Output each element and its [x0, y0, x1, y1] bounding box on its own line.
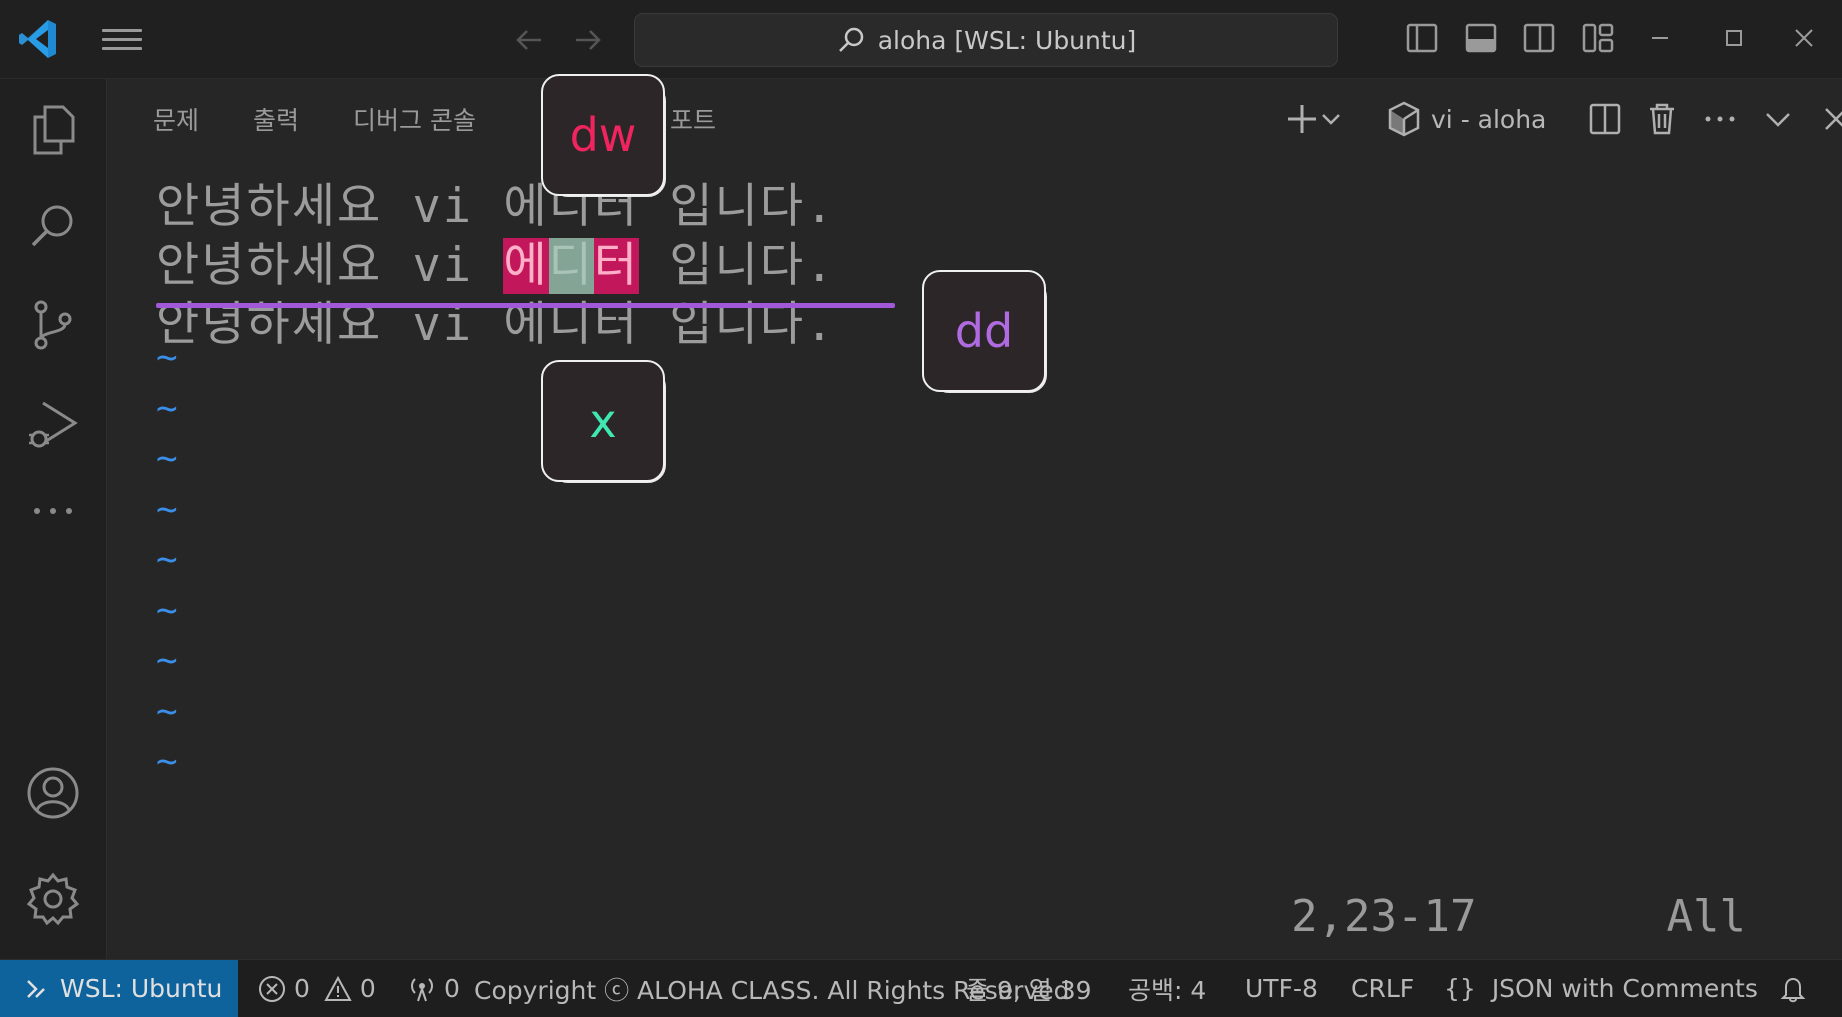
- language-mode[interactable]: {} JSON with Comments: [1444, 960, 1758, 1017]
- terminal-line-2: 안녕하세요 vi 에디터 입니다.: [156, 238, 836, 294]
- search-text: aloha [WSL: Ubuntu]: [877, 25, 1137, 55]
- dw-highlight: 에: [503, 238, 549, 294]
- key-callout-dd: dd: [922, 270, 1047, 393]
- tilde-marker: ~: [156, 589, 178, 631]
- terminal-profile-icon: [1388, 101, 1420, 137]
- accounts-icon[interactable]: [25, 765, 81, 821]
- trash-icon[interactable]: [1642, 99, 1682, 139]
- key-callout-dw: dw: [541, 74, 666, 197]
- dd-strike-line: [156, 303, 895, 308]
- menu-icon[interactable]: [100, 24, 144, 54]
- tab-debug-console[interactable]: 디버그 콘솔: [353, 101, 476, 141]
- toggle-primary-sidebar-icon[interactable]: [1404, 20, 1440, 56]
- key-callout-x: x: [541, 360, 666, 483]
- run-debug-icon[interactable]: [25, 397, 81, 453]
- customize-layout-icon[interactable]: [1580, 20, 1616, 56]
- title-bar: aloha [WSL: Ubuntu]: [0, 0, 1842, 79]
- search-icon: [838, 27, 863, 52]
- terminal-name: vi - aloha: [1431, 104, 1547, 134]
- indentation[interactable]: 공백: 4: [1128, 960, 1206, 1017]
- tab-output[interactable]: 출력: [253, 101, 299, 141]
- cursor-block: 디: [548, 238, 594, 294]
- vscode-logo-icon: [19, 20, 56, 58]
- toggle-secondary-sidebar-icon[interactable]: [1521, 20, 1557, 56]
- more-actions-icon[interactable]: [1700, 99, 1740, 139]
- broadcast-icon: [411, 977, 433, 1001]
- search-icon[interactable]: [25, 199, 81, 255]
- source-control-icon[interactable]: [25, 297, 81, 353]
- new-terminal-icon[interactable]: [1282, 99, 1322, 139]
- remote-indicator[interactable]: WSL: Ubuntu: [0, 960, 238, 1017]
- tilde-marker: ~: [156, 438, 178, 479]
- split-terminal-icon[interactable]: [1585, 99, 1625, 139]
- tilde-marker: ~: [156, 741, 178, 782]
- minimize-icon[interactable]: [1642, 20, 1678, 56]
- tilde-marker: ~: [156, 488, 178, 530]
- cursor-position: 2,23-17: [1291, 891, 1477, 942]
- close-icon[interactable]: [1786, 20, 1822, 56]
- panel-tabs: 문제 출력 디버그 콘솔: [153, 101, 476, 141]
- maximize-icon[interactable]: [1716, 20, 1752, 56]
- tilde-marker: ~: [156, 387, 178, 429]
- vi-ruler: 2,23-17 All: [1291, 891, 1746, 942]
- maximize-panel-chevron-icon[interactable]: [1758, 99, 1798, 139]
- command-center-search[interactable]: aloha [WSL: Ubuntu]: [634, 13, 1338, 67]
- chevron-down-icon[interactable]: [1318, 99, 1344, 139]
- panel-actions: vi - aloha: [1282, 99, 1842, 143]
- end-of-line[interactable]: CRLF: [1351, 960, 1414, 1017]
- dw-highlight-tail: 터: [593, 238, 640, 294]
- terminal-instance[interactable]: vi - aloha: [1387, 99, 1546, 139]
- more-icon[interactable]: [25, 483, 81, 539]
- terminal-line-1: 안녕하세요 vi 에디터 입니다.: [156, 179, 836, 234]
- toggle-panel-icon[interactable]: [1463, 20, 1499, 56]
- encoding[interactable]: UTF-8: [1245, 960, 1318, 1017]
- line-column[interactable]: 줄 9, 열 39: [966, 960, 1092, 1017]
- explorer-icon[interactable]: [25, 101, 81, 157]
- ports-status[interactable]: 0: [408, 960, 460, 1017]
- tilde-marker: ~: [156, 640, 178, 681]
- back-arrow-icon[interactable]: [513, 24, 545, 56]
- tilde-marker: ~: [156, 690, 178, 732]
- settings-gear-icon[interactable]: [25, 871, 81, 927]
- forward-arrow-icon[interactable]: [572, 24, 604, 56]
- tilde-marker: ~: [156, 539, 178, 580]
- tilde-marker: ~: [156, 337, 178, 378]
- error-icon: [259, 975, 285, 1002]
- remote-icon: [27, 979, 45, 998]
- close-panel-icon[interactable]: [1816, 99, 1842, 139]
- scroll-position: All: [1666, 891, 1746, 942]
- terminal-panel: 문제 출력 디버그 콘솔 포트 vi - aloha 안녕하세요 vi 에디터 …: [107, 79, 1842, 959]
- activity-bar: [0, 79, 107, 959]
- tab-ports[interactable]: 포트: [670, 101, 716, 137]
- bell-icon[interactable]: [1778, 974, 1808, 1004]
- braces-icon: {}: [1444, 974, 1476, 1003]
- status-bar: WSL: Ubuntu 0 0 0 Copyright ⓒ ALOHA CLAS…: [0, 959, 1842, 1017]
- tab-problems[interactable]: 문제: [153, 101, 199, 141]
- warning-icon: [324, 975, 352, 1001]
- problems-status[interactable]: 0 0: [258, 960, 376, 1017]
